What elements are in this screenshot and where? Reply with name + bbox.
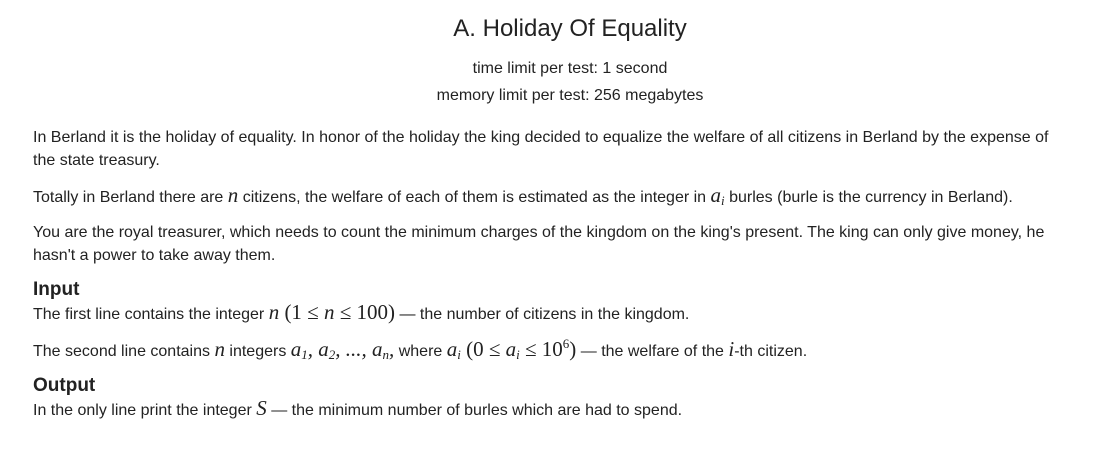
math-constraint: (0 ≤ — [460, 337, 506, 361]
math-constraint: ≤ 100) — [334, 300, 395, 324]
math-var-s: S — [256, 396, 267, 420]
time-limit: time limit per test: 1 second — [472, 60, 668, 77]
text-segment: — the welfare of the — [576, 343, 729, 360]
math-var-n: n — [268, 300, 280, 324]
math-constraint: (1 ≤ — [279, 300, 324, 324]
math-constraint: ≤ 106) — [519, 337, 576, 361]
math-symbol: a — [318, 337, 329, 361]
text-segment: Totally in Berland there are — [33, 189, 228, 206]
math-var-n: n — [214, 337, 225, 361]
text-segment: citizens, the welfare of each of them is… — [238, 189, 711, 206]
math-symbol: a — [290, 337, 302, 361]
math-sequence: a1, a2, ..., an, — [290, 337, 395, 362]
output-line-1: In the only line print the integer S — t… — [33, 397, 1119, 422]
text-segment: The second line contains — [33, 343, 215, 360]
math-punct: , — [307, 337, 319, 361]
output-section-title: Output — [33, 375, 96, 396]
text-segment: — the number of citizens in the kingdom. — [395, 306, 690, 323]
math-symbol: a — [372, 337, 383, 361]
memory-limit: memory limit per test: 256 megabytes — [436, 87, 704, 104]
input-section-title: Input — [33, 279, 80, 300]
math-var-ai: ai — [710, 183, 725, 208]
statement-paragraph-3: You are the royal treasurer, which needs… — [33, 224, 1045, 264]
text-segment: burles (burle is the currency in Berland… — [724, 189, 1013, 206]
text-segment: In the only line print the integer — [33, 402, 257, 419]
math-punct: , ..., — [335, 337, 373, 361]
text-segment: The first line contains the integer — [33, 306, 269, 323]
problem-statement: In Berland it is the holiday of equality… — [33, 126, 1119, 434]
math-var-n: n — [323, 300, 335, 324]
input-line-1: The first line contains the integer n (1… — [33, 301, 1119, 326]
text-segment: -th citizen. — [734, 343, 808, 360]
math-var-ai: ai — [446, 337, 461, 362]
input-line-2: The second line contains n integers a1, … — [33, 337, 1119, 363]
math-symbol: a — [505, 337, 517, 361]
math-symbol: a — [710, 183, 722, 207]
statement-paragraph-2: Totally in Berland there are n citizens,… — [33, 184, 1119, 209]
problem-title: A. Holiday Of Equality — [453, 15, 687, 42]
math-var-ai: ai — [505, 337, 520, 362]
text-segment: where — [394, 343, 447, 360]
math-symbol: ≤ 10 — [519, 337, 563, 361]
math-var-n: n — [227, 183, 239, 207]
statement-paragraph-1: In Berland it is the holiday of equality… — [33, 129, 1049, 169]
text-segment: — the minimum number of burles which are… — [266, 402, 683, 419]
text-segment: integers — [224, 343, 291, 360]
math-symbol: a — [446, 337, 458, 361]
